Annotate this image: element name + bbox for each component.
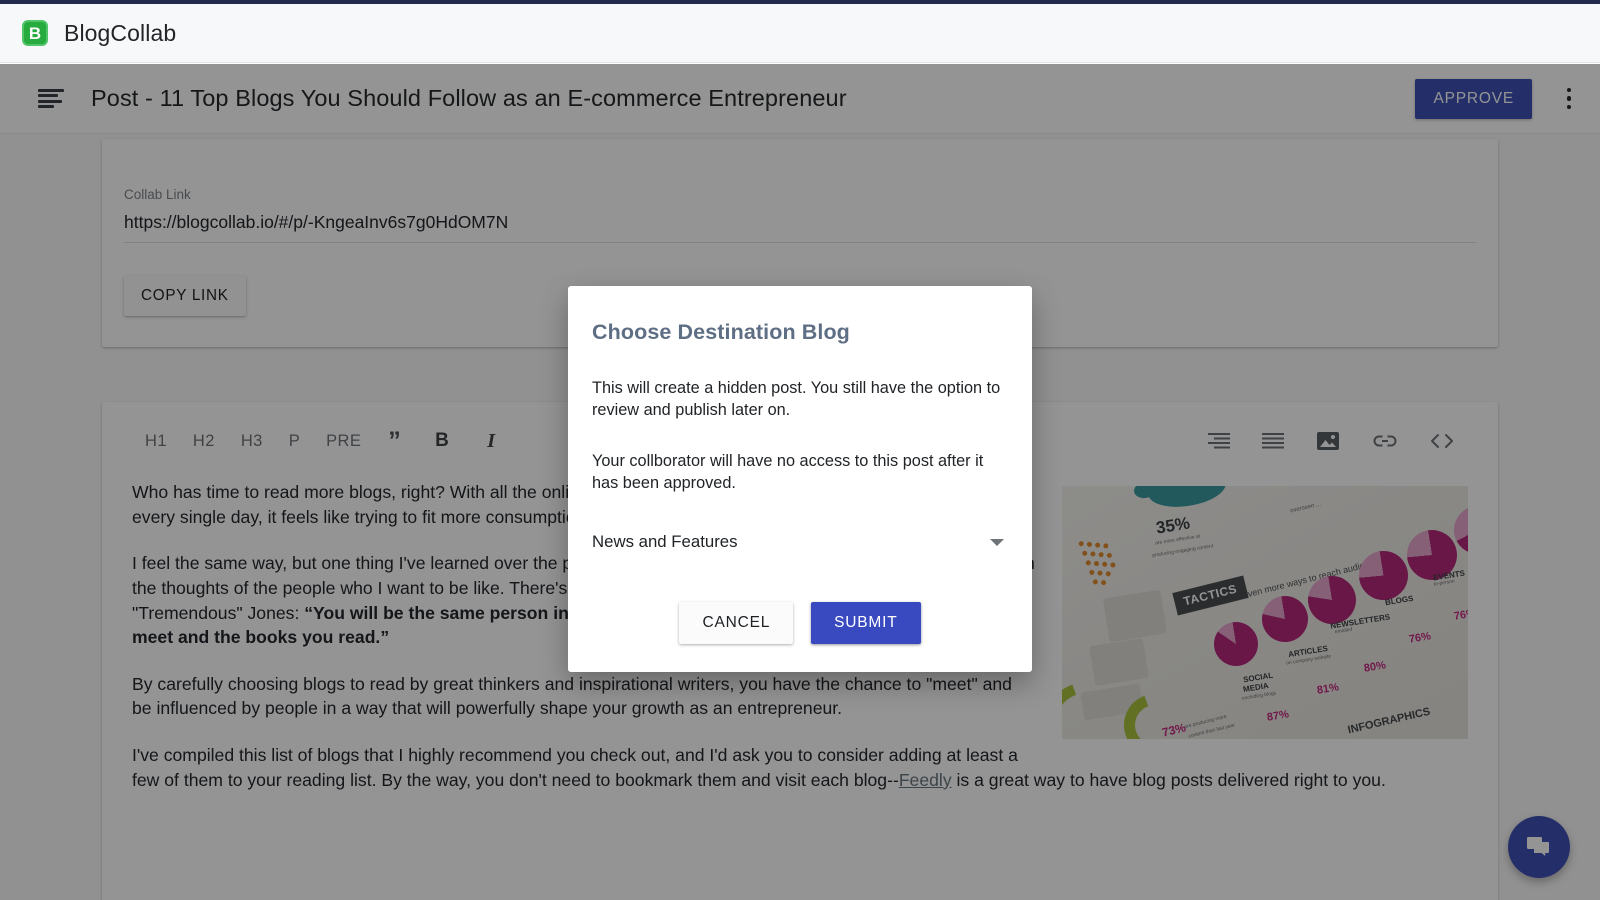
dialog-title: Choose Destination Blog: [592, 320, 1008, 345]
dialog-actions: CANCEL SUBMIT: [568, 602, 1032, 644]
chevron-down-icon: [990, 539, 1004, 546]
destination-blog-select[interactable]: News and Features: [592, 532, 1008, 552]
choose-destination-blog-dialog: Choose Destination Blog This will create…: [568, 286, 1032, 672]
destination-blog-value: News and Features: [592, 532, 738, 552]
dialog-body-2: Your collborator will have no access to …: [592, 450, 1008, 495]
brand-bar: B BlogCollab: [0, 4, 1600, 63]
dialog-body-1: This will create a hidden post. You stil…: [592, 377, 1008, 422]
logo-letter: B: [29, 25, 41, 42]
app-screen: B BlogCollab Post - 11 Top Blogs You Sho…: [0, 0, 1600, 900]
blogcollab-logo-icon: B: [22, 20, 48, 46]
cancel-button[interactable]: CANCEL: [679, 602, 793, 644]
brand-name: BlogCollab: [64, 20, 176, 47]
submit-button[interactable]: SUBMIT: [811, 602, 920, 644]
